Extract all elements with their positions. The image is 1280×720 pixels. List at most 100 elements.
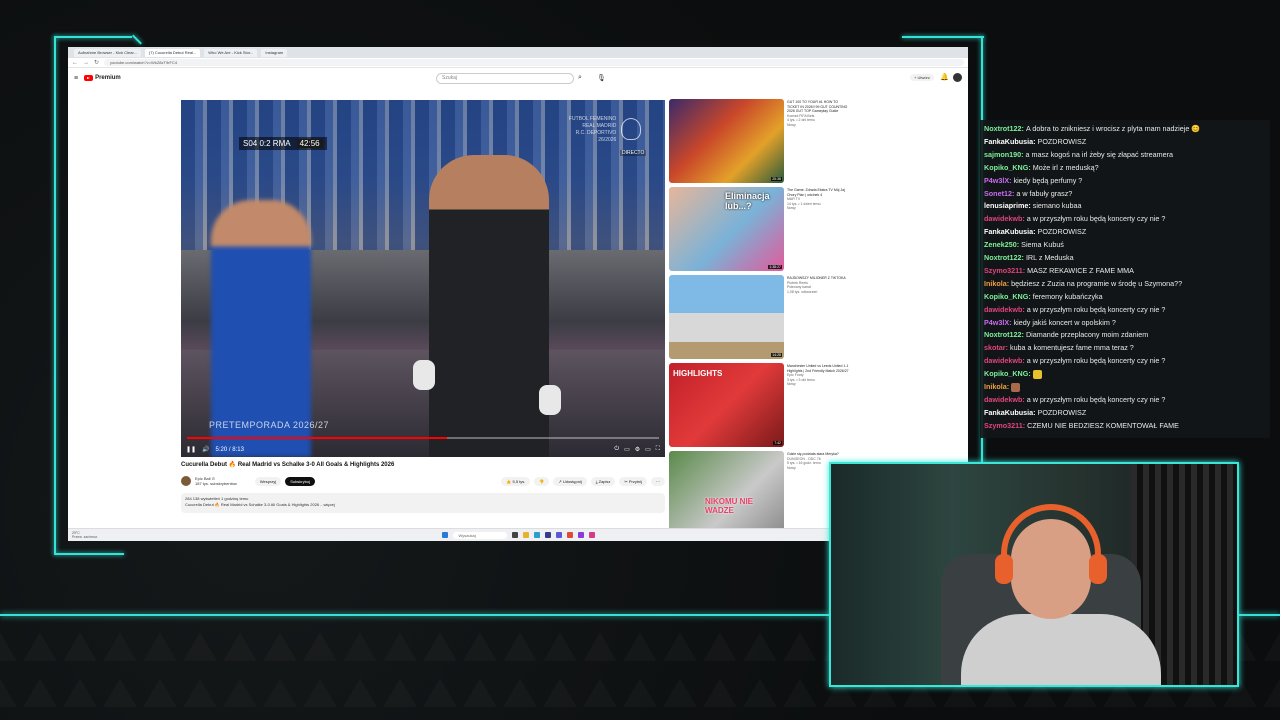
pause-icon[interactable]: ❚❚ [186, 446, 196, 453]
subscribe-button[interactable]: Subskrybuj [285, 476, 315, 486]
like-button[interactable]: 👍 5,5 tys. [501, 476, 531, 486]
fullscreen-icon[interactable]: ⛶ [656, 446, 660, 453]
hamburger-menu-icon[interactable]: ≡ [74, 75, 78, 82]
taskbar-weather[interactable]: 29°C Przew. zachmur. [72, 531, 98, 539]
chat-username[interactable]: FankaKubusia: [984, 227, 1038, 236]
volume-icon[interactable]: 🔊 [202, 446, 209, 453]
chat-username[interactable]: Inikola: [984, 279, 1011, 288]
app-icon[interactable] [544, 532, 551, 538]
theater-mode-icon[interactable]: ▭ [645, 446, 651, 453]
reload-icon[interactable]: ↻ [94, 59, 99, 66]
video-duration: 14:28 [771, 353, 782, 357]
browser-tab[interactable]: Aufnahme Browser - Kick Clear... [74, 48, 141, 57]
related-info: RAJDOWSZY MILIONER Z TIKTOKA Piotrek Ree… [787, 276, 849, 294]
chat-username[interactable]: lenusiaprime: [984, 201, 1033, 210]
chat-username[interactable]: Kopiko_KNG: [984, 369, 1033, 378]
scoreboard-overlay: S04 0:2 RMA 42:56 [239, 137, 327, 150]
related-thumbnail[interactable]: NIKOMU NIE WADZE 18:12 [669, 451, 784, 535]
captions-icon[interactable]: ▭ [624, 446, 630, 453]
chat-username[interactable]: FankaKubusia: [984, 408, 1038, 417]
chat-username[interactable]: sajmon190: [984, 150, 1026, 159]
chat-username[interactable]: Noxtrot122: [984, 124, 1026, 133]
chat-username[interactable]: Kopiko_KNG: [984, 163, 1033, 172]
live-badge: DIRECTO [620, 150, 647, 156]
chat-username[interactable]: Noxtrot122: [984, 253, 1026, 262]
chat-username[interactable]: Noxtrot122: [984, 330, 1026, 339]
related-video[interactable]: Eliminacja lub...? 1:38:27 The Game: Zdr… [669, 187, 847, 273]
broadcast-watermark: FUTBOL FEMENINO REAL MADRID R.C. DEPORTI… [569, 116, 616, 144]
browser-tab[interactable]: Who We Are - Kick Stor... [204, 48, 258, 57]
chat-text: siemano kubaa [1032, 201, 1082, 211]
chrome-icon[interactable] [566, 532, 573, 538]
chat-username[interactable]: skotar: [984, 343, 1010, 352]
chat-username[interactable]: P4w3lX: [984, 318, 1014, 327]
chat-username[interactable]: dawidekwb: [984, 214, 1027, 223]
more-actions-button[interactable]: ⋯ [651, 476, 665, 486]
browser-tab-active[interactable]: (7) Cucurella Debut Real... [144, 48, 201, 57]
related-thumbnail[interactable]: Eliminacja lub...? 1:38:27 [669, 187, 784, 271]
related-thumbnail[interactable]: 25:38 [669, 99, 784, 183]
chat-username[interactable]: Szymo3211: [984, 421, 1027, 430]
video-progress-bar[interactable] [187, 437, 659, 439]
video-overlay-text: PRETEMPORADA 2026/27 [209, 420, 330, 430]
related-thumbnail[interactable]: 14:28 [669, 275, 784, 359]
app-icon[interactable] [577, 532, 584, 538]
chat-username[interactable]: P4w3lX: [984, 176, 1014, 185]
youtube-logo[interactable]: Premium [84, 75, 121, 81]
account-avatar[interactable] [953, 73, 962, 82]
forward-icon[interactable]: → [83, 60, 89, 66]
settings-gear-icon[interactable]: ⚙ [635, 446, 640, 453]
app-icon[interactable] [588, 532, 595, 538]
goalkeeper-glove [539, 385, 561, 415]
chat-username[interactable]: Kopiko_KNG: [984, 292, 1033, 301]
chat-text: CZEMU NIE BEDZIESZ KOMENTOWAŁ FAME [1027, 420, 1179, 430]
edge-icon[interactable] [533, 532, 540, 538]
chat-username[interactable]: FankaKubusia: [984, 137, 1038, 146]
browser-tab[interactable]: Instagram [261, 48, 288, 57]
related-video[interactable]: NIKOMU NIE WADZE 18:12 Gdzie się podział… [669, 451, 847, 537]
back-icon[interactable]: ← [72, 60, 78, 66]
windows-start-icon[interactable] [441, 532, 448, 538]
description-text: Cucurella Debut 🔥 Real Madrid vs Schalke… [185, 502, 335, 507]
chat-username[interactable]: Inikola: [984, 382, 1011, 391]
share-button[interactable]: ↗ Udostępnij [553, 476, 587, 486]
youtube-logo-text: Premium [95, 75, 121, 81]
chat-message: P4w3lX: kiedy jakiś koncert w opolskim ? [984, 318, 1116, 327]
join-button[interactable]: Wesprzyj [254, 476, 282, 486]
video-duration: 1:38:27 [768, 265, 782, 269]
chat-text: a w przyszłym roku będą koncerty czy nie… [1026, 356, 1166, 366]
related-info: Manchester United vs Leeds United 1-1 Hi… [787, 364, 849, 387]
app-icon[interactable] [555, 532, 562, 538]
related-video[interactable]: 25:38 GUT 100 TO YOUR #1 HOW TO TICKET I… [669, 99, 847, 185]
taskbar-search[interactable]: Wyszukaj [452, 531, 507, 539]
file-explorer-icon[interactable] [522, 532, 529, 538]
search-icon[interactable]: ⌕ [578, 74, 582, 82]
search-input[interactable]: Szukaj [436, 73, 574, 84]
channel-avatar[interactable] [181, 476, 191, 486]
chat-username[interactable]: dawidekwb: [984, 356, 1027, 365]
chat-username[interactable]: dawidekwb: [984, 395, 1027, 404]
autoplay-toggle-icon[interactable]: ⏻ [614, 446, 619, 453]
video-player[interactable]: S04 0:2 RMA 42:56 FUTBOL FEMENINO REAL M… [181, 100, 665, 457]
related-badge: 1,08 tys. odtworzeń [787, 289, 818, 294]
related-video[interactable]: HIGHLIGHTS 7:42 Manchester United vs Lee… [669, 363, 849, 449]
microphone-icon[interactable]: 🎙 [597, 74, 606, 82]
related-thumbnail[interactable]: HIGHLIGHTS 7:42 [669, 363, 784, 447]
clip-button[interactable]: ✂ Przytnij [619, 476, 647, 486]
channel-subscribers: 187 tys. subskrybentów [195, 481, 237, 486]
related-badge: Nowy [787, 206, 796, 210]
task-view-icon[interactable] [511, 532, 518, 538]
address-bar[interactable]: youtube.com/watch?v=WkZ8zT9rFC4 [104, 59, 964, 66]
chat-username[interactable]: Sonet12: [984, 189, 1016, 198]
chat-message: Zenek250: Siema Kubuś [984, 240, 1064, 249]
related-video[interactable]: 14:28 RAJDOWSZY MILIONER Z TIKTOKA Piotr… [669, 275, 847, 361]
thumbnail-text: NIKOMU NIE WADZE [705, 497, 753, 515]
chat-username[interactable]: dawidekwb: [984, 305, 1027, 314]
dislike-button[interactable]: 👎 [534, 476, 550, 486]
save-button[interactable]: ⤓ Zapisz [590, 476, 616, 486]
chat-username[interactable]: Zenek250: [984, 240, 1021, 249]
notifications-bell-icon[interactable]: 🔔 [940, 73, 949, 81]
create-button[interactable]: + Utwórz [910, 74, 934, 81]
video-description[interactable]: 284 138 wyświetleń 1 godzinę temu Cucure… [181, 493, 665, 513]
chat-username[interactable]: Szymo3211: [984, 266, 1027, 275]
